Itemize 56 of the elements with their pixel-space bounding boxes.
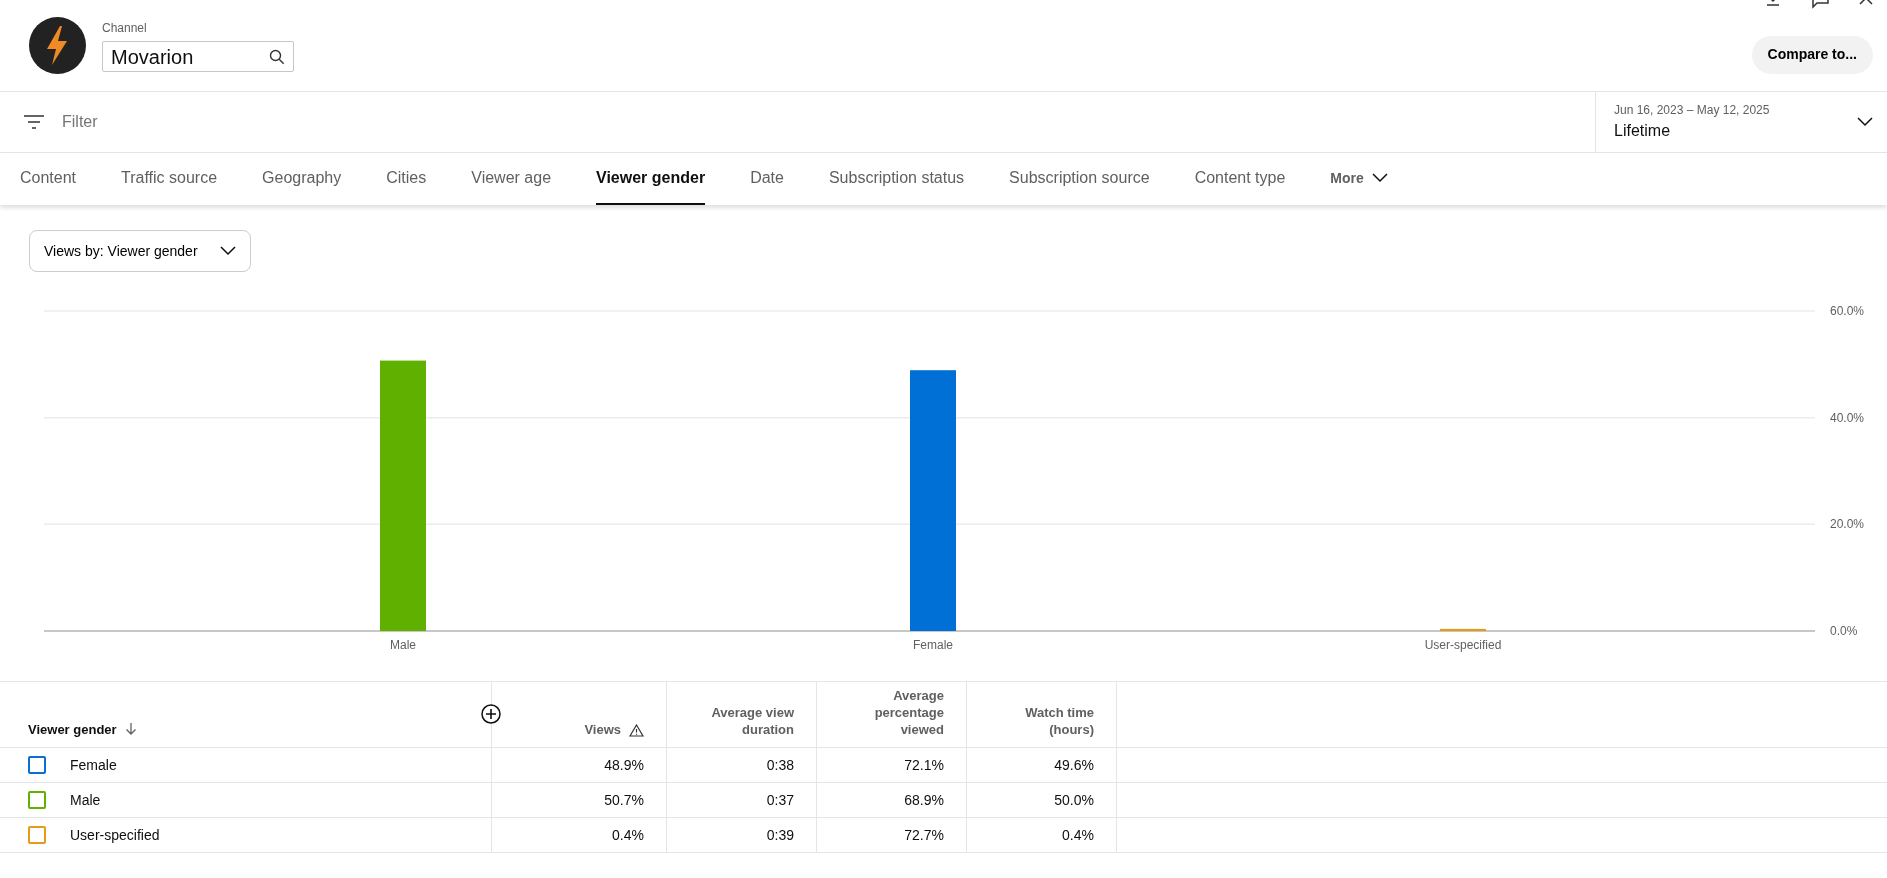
table-cell-text: Male bbox=[70, 790, 101, 810]
table-cell-text: 0.4% bbox=[612, 825, 644, 845]
column-header: Average percentage viewed bbox=[873, 688, 944, 739]
y-tick-label: 20.0% bbox=[1830, 517, 1865, 532]
table-cell-text: 0:38 bbox=[766, 755, 794, 775]
date-range-selector[interactable]: Jun 16, 2023 – May 12, 2025 Lifetime bbox=[1595, 92, 1887, 152]
add-column-icon[interactable] bbox=[481, 704, 501, 724]
date-period-text: Lifetime bbox=[1614, 121, 1672, 141]
legend-square[interactable] bbox=[28, 791, 46, 809]
y-tick-label: 40.0% bbox=[1830, 410, 1865, 425]
table-cell-text: 68.9% bbox=[904, 790, 944, 810]
column-header: Viewer gender bbox=[28, 720, 117, 739]
tab[interactable]: Cities bbox=[386, 153, 427, 205]
sort-arrow-icon[interactable] bbox=[124, 723, 137, 736]
tab[interactable]: Subscription status bbox=[828, 153, 965, 205]
date-range-text: Jun 16, 2023 – May 12, 2025 bbox=[1614, 102, 1771, 119]
metric-dropdown[interactable]: Views by: Viewer gender bbox=[29, 230, 251, 272]
tab[interactable]: Viewer age bbox=[471, 153, 552, 205]
table-cell-text: 0.4% bbox=[1062, 825, 1094, 845]
table-cell-text: 72.1% bbox=[904, 755, 944, 775]
table-cell-text: User-specified bbox=[70, 825, 160, 845]
table-cell-text: 50.7% bbox=[604, 790, 644, 810]
warning-icon[interactable] bbox=[629, 724, 644, 738]
table-cell-text: Female bbox=[70, 755, 117, 775]
filter-icon[interactable] bbox=[24, 115, 44, 129]
y-tick-label: 60.0% bbox=[1830, 304, 1865, 318]
tab[interactable]: Content type bbox=[1194, 153, 1286, 205]
column-header: Views bbox=[584, 722, 621, 739]
tab[interactable]: Subscription source bbox=[1009, 153, 1150, 205]
x-category-label: Female bbox=[913, 638, 953, 652]
y-tick-label: 0.0% bbox=[1830, 624, 1858, 638]
column-header: Watch time (hours) bbox=[1024, 705, 1094, 739]
compare-button[interactable]: Compare to... bbox=[1751, 35, 1873, 74]
x-category-label: Male bbox=[390, 638, 416, 652]
tab[interactable]: Geography bbox=[262, 153, 342, 205]
legend-square[interactable] bbox=[28, 756, 46, 774]
table-cell-text: 48.9% bbox=[604, 755, 644, 775]
table-cell-text: 49.6% bbox=[1054, 755, 1094, 775]
chevron-down-icon bbox=[1857, 117, 1873, 127]
column-header: Average view duration bbox=[710, 705, 794, 739]
tab[interactable]: Content bbox=[20, 153, 77, 205]
chevron-down-icon bbox=[219, 246, 236, 256]
chevron-down-icon bbox=[1371, 173, 1388, 183]
search-icon[interactable] bbox=[269, 48, 285, 65]
table-cell-text: 72.7% bbox=[904, 825, 944, 845]
channel-logo-icon bbox=[29, 17, 86, 74]
channel-label: Channel bbox=[102, 20, 148, 37]
table-cell-text: 0:37 bbox=[766, 790, 794, 810]
tab[interactable]: Traffic source bbox=[121, 153, 218, 205]
channel-search-field[interactable]: Movarion bbox=[102, 41, 294, 72]
tab[interactable]: Date bbox=[750, 153, 784, 205]
table-cell-text: 0:39 bbox=[766, 825, 794, 845]
tab[interactable]: Viewer gender bbox=[596, 153, 706, 205]
table-cell-text: 50.0% bbox=[1054, 790, 1094, 810]
x-category-label: User-specified bbox=[1424, 638, 1502, 652]
more-tab[interactable]: More bbox=[1330, 153, 1388, 205]
